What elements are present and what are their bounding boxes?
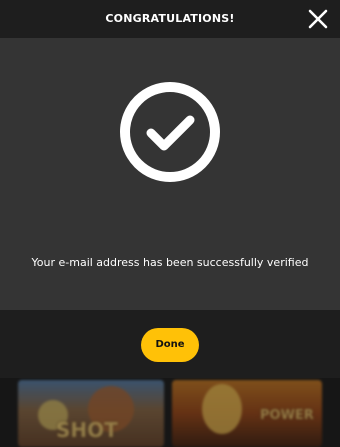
verification-success-modal: CONGRATULATIONS! Your e-mail address has…	[0, 0, 340, 378]
dim-overlay	[0, 378, 340, 447]
page-viewport: SHOT POWER CONGRATULATIONS! Your e-mail …	[0, 0, 340, 447]
close-icon	[308, 9, 328, 29]
close-button[interactable]	[308, 9, 328, 29]
modal-header: CONGRATULATIONS!	[0, 0, 340, 38]
modal-footer: Done	[0, 310, 340, 378]
verification-message: Your e-mail address has been successfull…	[31, 256, 309, 269]
modal-body: Your e-mail address has been successfull…	[0, 38, 340, 310]
game-grid-background: SHOT POWER	[0, 378, 340, 447]
check-circle-icon	[120, 82, 220, 182]
done-button[interactable]: Done	[141, 328, 199, 362]
modal-title: CONGRATULATIONS!	[105, 12, 235, 25]
